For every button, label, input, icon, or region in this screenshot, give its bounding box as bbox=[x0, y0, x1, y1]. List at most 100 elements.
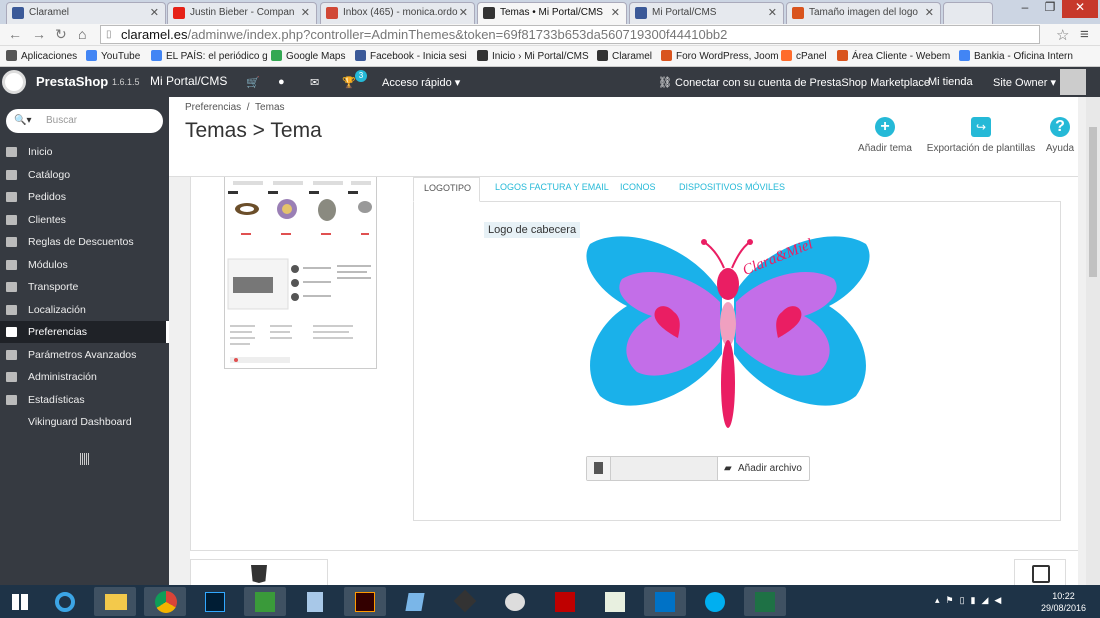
tags-icon bbox=[6, 237, 17, 247]
sidebar-item-parametros[interactable]: Parámetros Avanzados bbox=[0, 344, 169, 366]
breadcrumb-item[interactable]: Temas bbox=[255, 102, 284, 113]
browser-tab[interactable]: Claramel ✕ bbox=[6, 2, 166, 24]
sidebar-item-vikinguard[interactable]: Vikinguard Dashboard bbox=[0, 411, 169, 433]
back-icon[interactable]: ← bbox=[8, 26, 22, 42]
breadcrumb-item[interactable]: Preferencias bbox=[185, 102, 241, 113]
windows-start-icon[interactable] bbox=[2, 587, 40, 616]
skype-icon[interactable] bbox=[694, 587, 736, 616]
user-menu[interactable]: Site Owner ▾ bbox=[993, 76, 1056, 89]
tab-logotipo[interactable]: LOGOTIPO bbox=[413, 177, 480, 202]
browser-tab[interactable]: Justin Bieber - Compan ✕ bbox=[167, 2, 317, 24]
tab-logos-factura[interactable]: LOGOS FACTURA Y EMAIL bbox=[485, 177, 619, 202]
clock[interactable]: 10:22 29/08/2016 bbox=[1041, 590, 1086, 614]
new-tab-button[interactable] bbox=[943, 2, 993, 24]
bookmark[interactable]: YouTube bbox=[86, 50, 140, 62]
forward-icon[interactable]: → bbox=[32, 26, 46, 42]
browser-tab[interactable]: Mi Portal/CMS ✕ bbox=[629, 2, 784, 24]
close-icon[interactable]: ✕ bbox=[150, 6, 159, 19]
browser-tab[interactable]: Tamaño imagen del logo ✕ bbox=[786, 2, 941, 24]
outlook-icon[interactable] bbox=[644, 587, 686, 616]
close-icon[interactable]: ✕ bbox=[925, 6, 934, 19]
collapse-icon[interactable] bbox=[80, 453, 90, 465]
bookmark[interactable]: EL PAÍS: el periódico g bbox=[151, 50, 268, 62]
bookmark[interactable]: cPanel bbox=[781, 50, 827, 62]
clock-date: 29/08/2016 bbox=[1040, 603, 1086, 613]
sidebar-item-catalogo[interactable]: Catálogo bbox=[0, 164, 169, 186]
quick-access-menu[interactable]: Acceso rápido ▾ bbox=[382, 76, 460, 89]
save-button[interactable] bbox=[1014, 559, 1066, 586]
bookmark-label: Claramel bbox=[612, 51, 653, 62]
calculator-icon[interactable] bbox=[294, 587, 336, 616]
sidebar-item-descuentos[interactable]: Reglas de Descuentos bbox=[0, 231, 169, 253]
sidebar-item-localizacion[interactable]: Localización bbox=[0, 299, 169, 321]
bookmark[interactable]: Bankia - Oficina Intern bbox=[959, 50, 1073, 62]
sidebar-item-inicio[interactable]: Inicio bbox=[0, 141, 169, 163]
bookmark[interactable]: Inicio › Mi Portal/CMS bbox=[477, 50, 589, 62]
scrollbar-thumb[interactable] bbox=[1089, 127, 1097, 277]
tab-iconos[interactable]: ICONOS bbox=[610, 177, 666, 202]
internet-explorer-icon[interactable] bbox=[44, 587, 86, 616]
file-upload[interactable]: ▰ Añadir archivo bbox=[586, 456, 810, 481]
close-window-icon[interactable]: ✕ bbox=[1062, 0, 1098, 18]
mail-icon[interactable]: ✉ bbox=[310, 76, 319, 89]
add-theme-button[interactable]: + Añadir tema bbox=[853, 117, 917, 154]
trophy-icon[interactable]: 🏆 bbox=[342, 76, 356, 89]
chart-app-icon[interactable] bbox=[594, 587, 636, 616]
illustrator-icon[interactable] bbox=[344, 587, 386, 616]
close-icon[interactable]: ✕ bbox=[459, 6, 468, 19]
bookmark[interactable]: Facebook - Inicia sesi bbox=[355, 50, 467, 62]
system-tray-icons[interactable]: ▴⚑▯▮◢◀ bbox=[935, 595, 1007, 606]
paint-icon[interactable] bbox=[494, 587, 536, 616]
star-icon[interactable]: ☆ bbox=[1056, 26, 1069, 44]
export-button[interactable]: ↪ Exportación de plantillas bbox=[924, 117, 1038, 154]
menu-icon[interactable]: ≡ bbox=[1080, 26, 1089, 43]
filezilla-icon[interactable] bbox=[544, 587, 586, 616]
bookmarks-bar: Aplicaciones YouTube EL PAÍS: el periódi… bbox=[0, 46, 1100, 67]
inkscape-icon[interactable] bbox=[244, 587, 286, 616]
browser-tab[interactable]: Inbox (465) - monica.ordo ✕ bbox=[320, 2, 475, 24]
search-input[interactable]: 🔍▾ Buscar bbox=[6, 109, 163, 133]
tab-title: Temas • Mi Portal/CMS bbox=[500, 7, 603, 18]
notes-icon[interactable] bbox=[394, 587, 436, 616]
sidebar-item-preferencias[interactable]: Preferencias bbox=[0, 321, 169, 343]
excel-icon[interactable] bbox=[744, 587, 786, 616]
sidebar-item-estadisticas[interactable]: Estadísticas bbox=[0, 389, 169, 411]
tab-dispositivos[interactable]: DISPOSITIVOS MÓVILES bbox=[669, 177, 795, 202]
my-shop-link[interactable]: Mi tienda bbox=[928, 76, 973, 88]
marketplace-link[interactable]: ⛓ Conectar con su cuenta de PrestaShop M… bbox=[658, 76, 930, 89]
reload-icon[interactable]: ↻ bbox=[55, 26, 67, 43]
bookmark[interactable]: Aplicaciones bbox=[6, 50, 77, 62]
avatar[interactable] bbox=[1060, 69, 1086, 95]
home-icon[interactable]: ⌂ bbox=[78, 26, 86, 42]
cart-icon[interactable]: 🛒 bbox=[246, 76, 260, 89]
admin-sidebar: 🔍▾ Buscar Inicio Catálogo Pedidos Client… bbox=[0, 97, 169, 585]
bookmark[interactable]: Foro WordPress, Joom bbox=[661, 50, 779, 62]
close-icon[interactable]: ✕ bbox=[301, 6, 310, 19]
shop-name[interactable]: Mi Portal/CMS bbox=[150, 74, 227, 88]
sidebar-item-transporte[interactable]: Transporte bbox=[0, 276, 169, 298]
prestashop-logo[interactable] bbox=[2, 70, 26, 94]
help-button[interactable]: ? Ayuda bbox=[1043, 117, 1077, 154]
close-icon[interactable]: ✕ bbox=[611, 6, 620, 19]
file-name-field[interactable] bbox=[611, 457, 717, 480]
browser-tab-active[interactable]: Temas • Mi Portal/CMS ✕ bbox=[477, 2, 627, 24]
user-icon[interactable]: ● bbox=[278, 76, 285, 88]
sidebar-item-modulos[interactable]: Módulos bbox=[0, 254, 169, 276]
minimize-icon[interactable]: – bbox=[1015, 0, 1035, 18]
file-explorer-icon[interactable] bbox=[94, 587, 136, 616]
bookmark[interactable]: Google Maps bbox=[271, 50, 345, 62]
app-icon[interactable] bbox=[444, 587, 486, 616]
page-scrollbar[interactable] bbox=[1086, 97, 1100, 585]
photoshop-icon[interactable] bbox=[194, 587, 236, 616]
add-file-button[interactable]: ▰ Añadir archivo bbox=[717, 457, 810, 480]
sidebar-item-pedidos[interactable]: Pedidos bbox=[0, 186, 169, 208]
chrome-icon[interactable] bbox=[144, 587, 186, 616]
sidebar-item-administracion[interactable]: Administración bbox=[0, 366, 169, 388]
restore-icon[interactable]: ❐ bbox=[1040, 0, 1060, 18]
sidebar-item-clientes[interactable]: Clientes bbox=[0, 209, 169, 231]
bookmark[interactable]: Claramel bbox=[597, 50, 652, 62]
bookmark[interactable]: Área Cliente - Webem bbox=[837, 50, 950, 62]
url-input[interactable]: ▯ claramel.es/adminwe/index.php?controll… bbox=[100, 25, 1040, 44]
plus-circle-icon: + bbox=[875, 117, 895, 137]
close-icon[interactable]: ✕ bbox=[768, 6, 777, 19]
